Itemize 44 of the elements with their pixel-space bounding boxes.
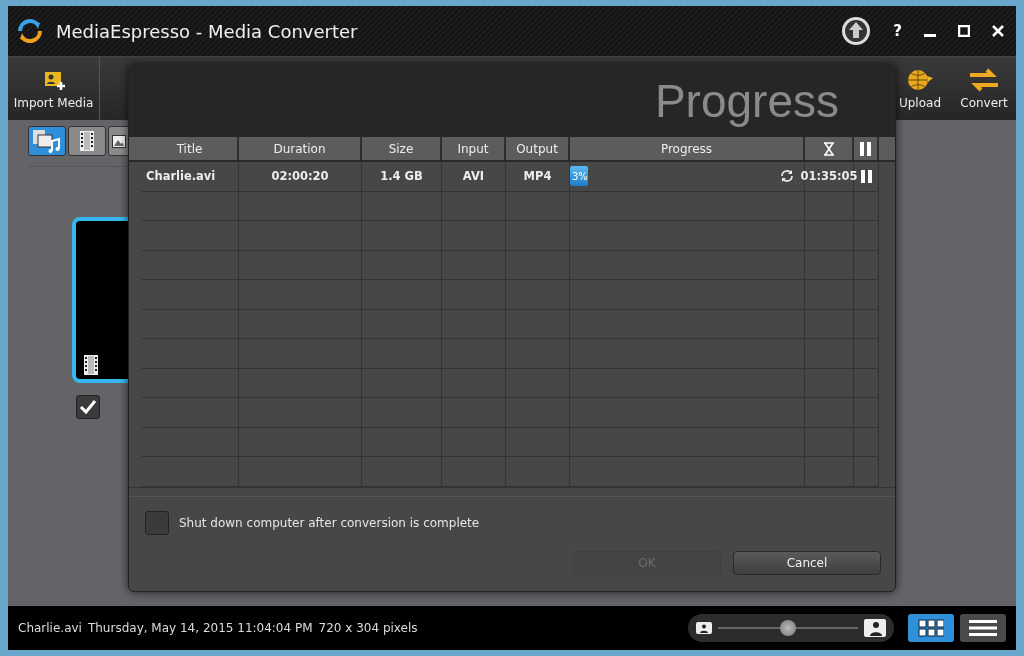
grid-view-button[interactable]	[908, 614, 954, 642]
hourglass-icon	[823, 141, 834, 156]
column-header[interactable]: Input	[442, 137, 506, 160]
pause-icon[interactable]	[860, 169, 872, 183]
media-library-icon	[32, 129, 62, 153]
slider-thumb[interactable]	[780, 620, 796, 636]
zoom-slider[interactable]	[688, 614, 894, 642]
pause-icon[interactable]	[859, 141, 872, 156]
window-title: MediaEspresso - Media Converter	[56, 20, 359, 42]
checkbox[interactable]	[76, 395, 100, 419]
column-header[interactable]: Duration	[239, 137, 362, 160]
file-date: Thursday, May 14, 2015 11:04:04 PM	[87, 621, 313, 635]
swap-arrows-icon	[968, 67, 1000, 92]
shutdown-label: Shut down computer after conversion is complete	[179, 515, 480, 530]
film-icon	[79, 131, 95, 151]
table-cell: 1.4 GB	[362, 162, 442, 192]
column-header[interactable]: Progress	[570, 137, 805, 160]
dialog-title: Progress	[654, 74, 839, 128]
globe-icon	[905, 67, 935, 92]
refresh-icon[interactable]	[780, 169, 794, 184]
image-dimensions: 720 x 304 pixels	[318, 621, 418, 635]
picture-icon	[112, 134, 126, 148]
convert-button[interactable]: Convert	[952, 57, 1016, 120]
help-button[interactable]: ?	[887, 19, 908, 43]
close-icon[interactable]	[992, 25, 1004, 37]
table-cell: AVI	[442, 162, 506, 192]
small-person-icon	[696, 622, 712, 634]
column-header[interactable]: Output	[506, 137, 570, 160]
grid-icon	[918, 619, 944, 637]
list-icon	[969, 620, 997, 636]
large-person-icon	[864, 619, 886, 637]
shutdown-checkbox[interactable]	[145, 510, 169, 535]
column-header[interactable]: Title	[142, 137, 239, 160]
media-type-tab[interactable]	[28, 126, 66, 156]
maximize-icon[interactable]	[958, 25, 970, 37]
table-cell: 02:00:20	[239, 162, 362, 192]
progress-percent: 3%	[571, 170, 588, 182]
table-cell: Charlie.avi	[142, 162, 239, 192]
file-name: Charlie.avi	[18, 621, 82, 635]
column-header[interactable]: Size	[362, 137, 442, 160]
list-view-button[interactable]	[960, 614, 1006, 642]
cancel-button[interactable]: Cancel	[733, 551, 881, 575]
media-type-tab[interactable]	[68, 126, 106, 156]
film-icon	[84, 355, 98, 375]
